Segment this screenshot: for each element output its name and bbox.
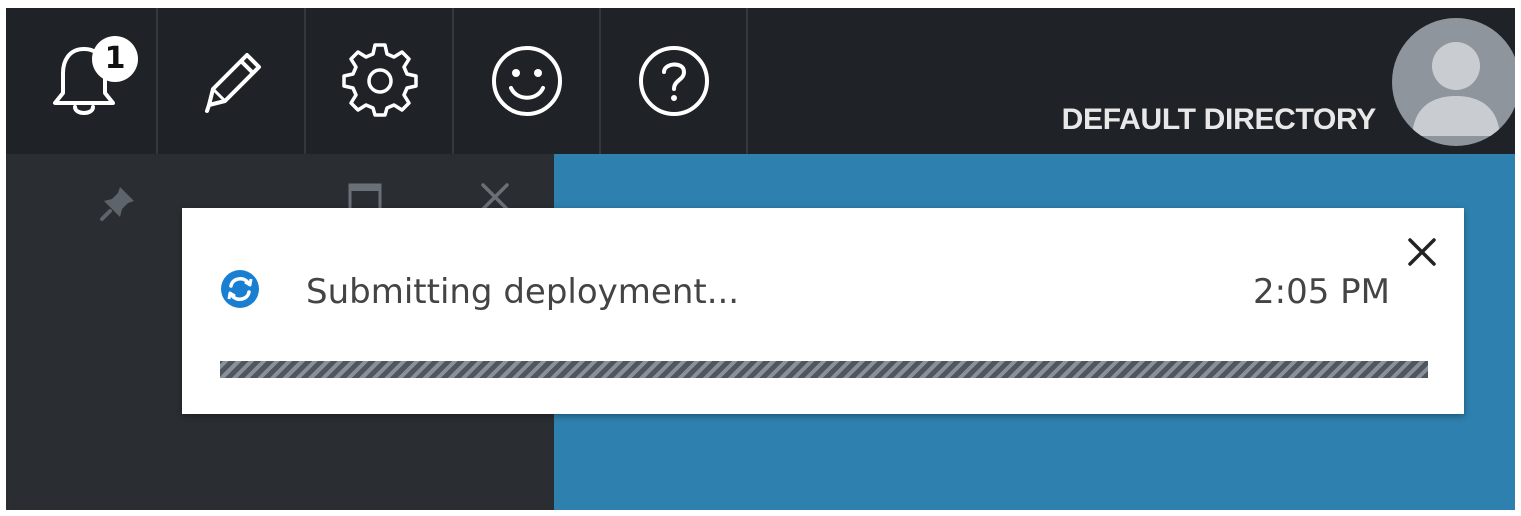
toast-message: Submitting deployment... bbox=[306, 272, 740, 312]
question-circle-icon bbox=[636, 43, 712, 119]
progress-indeterminate-fill bbox=[220, 361, 1428, 378]
toast-timestamp: 2:05 PM bbox=[1253, 272, 1390, 312]
portal-frame: 1 DEFAULT DIRECTORY Submitting deploymen… bbox=[6, 8, 1515, 510]
smiley-icon bbox=[489, 43, 565, 119]
edit-button[interactable] bbox=[160, 8, 306, 154]
settings-button[interactable] bbox=[308, 8, 454, 154]
notification-toast[interactable]: Submitting deployment... 2:05 PM bbox=[182, 208, 1464, 414]
gear-icon bbox=[342, 43, 418, 119]
directory-label[interactable]: DEFAULT DIRECTORY bbox=[996, 103, 1377, 137]
help-button[interactable] bbox=[602, 8, 748, 154]
notifications-button[interactable]: 1 bbox=[12, 8, 158, 154]
deployment-progress-bar bbox=[220, 361, 1428, 378]
top-bar: 1 DEFAULT DIRECTORY bbox=[6, 8, 1515, 154]
close-icon[interactable] bbox=[1404, 234, 1440, 274]
notification-count-badge: 1 bbox=[92, 36, 138, 82]
user-avatar-icon bbox=[1412, 42, 1500, 136]
feedback-button[interactable] bbox=[455, 8, 601, 154]
pin-icon[interactable] bbox=[98, 183, 138, 227]
pencil-icon bbox=[197, 45, 267, 117]
sync-icon bbox=[220, 269, 260, 313]
avatar[interactable] bbox=[1392, 18, 1515, 146]
